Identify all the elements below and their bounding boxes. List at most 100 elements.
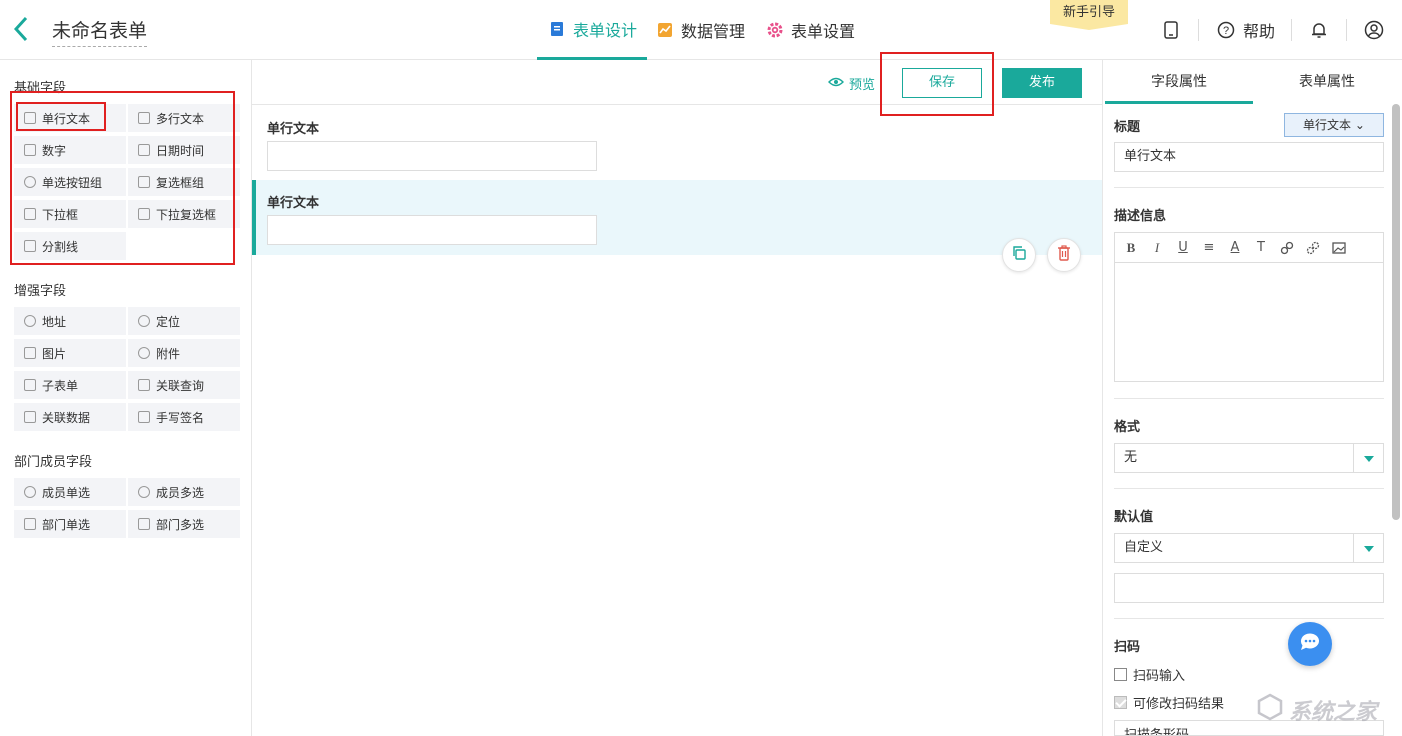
canvas-field-item-selected[interactable]: 单行文本	[252, 180, 1102, 255]
svg-text:?: ?	[1223, 25, 1229, 37]
users-icon	[138, 486, 150, 498]
publish-button[interactable]: 发布	[1002, 68, 1082, 98]
tab-form-design[interactable]: 表单设计	[537, 0, 647, 60]
chart-icon	[657, 22, 673, 38]
chevron-down-icon: ⌄	[1354, 118, 1365, 132]
field-radio-group[interactable]: 单选按钮组	[14, 168, 126, 196]
field-dropdown[interactable]: 下拉框	[14, 200, 126, 228]
field-multi-line-text[interactable]: 多行文本	[128, 104, 240, 132]
canvas-toolbar: 预览 保存 发布	[252, 60, 1102, 105]
tab-form-properties[interactable]: 表单属性	[1253, 60, 1401, 104]
bold-icon[interactable]: B	[1121, 238, 1141, 258]
header-divider	[1198, 19, 1199, 41]
unlink-icon[interactable]	[1303, 238, 1323, 258]
canvas-field-item[interactable]: 单行文本	[252, 106, 1102, 181]
list-icon	[138, 208, 150, 220]
delete-field-button[interactable]	[1047, 238, 1081, 272]
field-member-multi[interactable]: 成员多选	[128, 478, 240, 506]
scan-input-option[interactable]: 扫码输入	[1114, 665, 1185, 684]
link-icon[interactable]	[1277, 238, 1297, 258]
field-divider-line[interactable]: 分割线	[14, 232, 126, 260]
field-number[interactable]: 数字	[14, 136, 126, 164]
section-divider	[1114, 618, 1384, 619]
user-avatar-icon[interactable]	[1363, 19, 1385, 41]
bell-icon[interactable]	[1308, 19, 1330, 41]
field-location[interactable]: 定位	[128, 307, 240, 335]
canvas-field-label: 单行文本	[267, 122, 320, 137]
section-divider	[1114, 398, 1384, 399]
properties-panel: 字段属性 表单属性 标题 单行文本 ⌄ 单行文本 描述信息 B I U ≡ A …	[1102, 60, 1402, 736]
subform-icon	[24, 379, 36, 391]
help-label[interactable]: 帮助	[1243, 18, 1275, 42]
tab-form-settings[interactable]: 表单设置	[767, 0, 855, 60]
number-icon	[24, 144, 36, 156]
tab-data-management[interactable]: 数据管理	[657, 0, 745, 60]
scan-edit-checkbox[interactable]	[1114, 696, 1127, 709]
dropdown-icon	[24, 208, 36, 220]
default-value-select[interactable]: 自定义	[1114, 533, 1384, 563]
beginner-guide-badge[interactable]: 新手引导	[1050, 0, 1128, 30]
field-member-single[interactable]: 成员单选	[14, 478, 126, 506]
field-subform[interactable]: 子表单	[14, 371, 126, 399]
scan-edit-option[interactable]: 可修改扫码结果	[1114, 693, 1224, 712]
field-palette: 基础字段 单行文本 多行文本 数字 日期时间 单选按钮组 复选框组 下拉框 下拉…	[0, 60, 252, 736]
scan-label: 扫码	[1114, 640, 1141, 655]
field-related-query[interactable]: 关联查询	[128, 371, 240, 399]
format-select[interactable]: 无	[1114, 443, 1384, 473]
italic-icon[interactable]: I	[1147, 238, 1167, 258]
form-canvas: 预览 保存 发布 单行文本 单行文本	[252, 60, 1102, 736]
tablet-icon[interactable]	[1160, 19, 1182, 41]
font-color-icon[interactable]: A	[1225, 238, 1245, 258]
field-image[interactable]: 图片	[14, 339, 126, 367]
description-label: 描述信息	[1114, 209, 1167, 224]
site-watermark: 系统之家	[1236, 688, 1396, 732]
canvas-field-input[interactable]	[267, 215, 597, 245]
save-button[interactable]: 保存	[902, 68, 982, 98]
canvas-field-input[interactable]	[267, 141, 597, 171]
description-editor[interactable]: B I U ≡ A T	[1114, 232, 1384, 382]
field-datetime[interactable]: 日期时间	[128, 136, 240, 164]
field-attachment[interactable]: 附件	[128, 339, 240, 367]
align-icon[interactable]: ≡	[1199, 238, 1219, 258]
title-input[interactable]: 单行文本	[1114, 142, 1384, 172]
font-size-icon[interactable]: T	[1251, 238, 1271, 258]
scan-input-checkbox[interactable]	[1114, 668, 1127, 681]
pen-icon	[138, 411, 150, 423]
underline-icon[interactable]: U	[1173, 238, 1193, 258]
field-multi-dropdown[interactable]: 下拉复选框	[128, 200, 240, 228]
header-actions: ? 帮助	[1160, 14, 1385, 46]
field-single-line-text[interactable]: 单行文本	[14, 104, 126, 132]
caret-down-icon[interactable]	[1353, 534, 1383, 562]
textarea-icon	[138, 112, 150, 124]
image-icon	[24, 347, 36, 359]
caret-down-icon[interactable]	[1353, 444, 1383, 472]
department-icon	[24, 518, 36, 530]
title-label: 标题	[1114, 120, 1141, 135]
related-data-icon	[24, 411, 36, 423]
field-dept-single[interactable]: 部门单选	[14, 510, 126, 538]
user-icon	[24, 486, 36, 498]
field-dept-multi[interactable]: 部门多选	[128, 510, 240, 538]
copy-field-button[interactable]	[1002, 238, 1036, 272]
field-address[interactable]: 地址	[14, 307, 126, 335]
properties-scrollbar[interactable]	[1392, 104, 1400, 520]
field-checkbox-group[interactable]: 复选框组	[128, 168, 240, 196]
help-icon[interactable]: ?	[1215, 19, 1237, 41]
default-value-input[interactable]	[1114, 573, 1384, 603]
default-value-label: 默认值	[1114, 510, 1154, 525]
divider-icon	[24, 240, 36, 252]
trash-icon	[1057, 245, 1071, 265]
image-icon[interactable]	[1329, 238, 1349, 258]
preview-button[interactable]: 预览	[828, 74, 875, 93]
chat-support-button[interactable]	[1288, 622, 1332, 666]
field-signature[interactable]: 手写签名	[128, 403, 240, 431]
radio-icon	[24, 176, 36, 188]
field-type-dropdown[interactable]: 单行文本 ⌄	[1284, 113, 1384, 137]
back-arrow-icon[interactable]	[13, 16, 36, 44]
form-title[interactable]: 未命名表单	[52, 16, 148, 47]
crosshair-icon	[138, 315, 150, 327]
tab-field-properties[interactable]: 字段属性	[1105, 60, 1253, 104]
map-pin-icon	[24, 315, 36, 327]
field-related-data[interactable]: 关联数据	[14, 403, 126, 431]
gear-icon	[767, 22, 783, 38]
